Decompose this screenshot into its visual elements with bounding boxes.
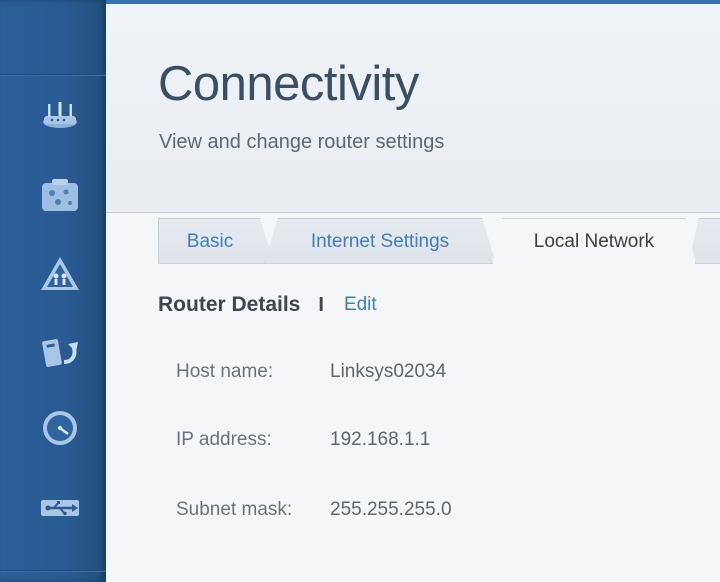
detail-label: Host name:	[176, 361, 274, 382]
page-header: Connectivity View and change router sett…	[106, 4, 720, 212]
tab-local-network[interactable]: Local Network	[492, 218, 696, 264]
detail-value: Linksys02034	[330, 361, 447, 382]
detail-label: IP address:	[176, 429, 272, 450]
tab-basic[interactable]: Basic	[158, 218, 274, 264]
sidebar-divider	[0, 74, 106, 76]
tab-bar: Basic Internet Settings Local Network	[158, 218, 720, 264]
router-icon[interactable]	[36, 96, 84, 140]
section-divider: I	[318, 293, 324, 316]
page-title: Connectivity	[158, 57, 419, 111]
sidebar	[0, 0, 106, 582]
section-title: Router Details	[158, 293, 301, 316]
speedometer-icon[interactable]	[36, 406, 84, 450]
page-subtitle: View and change router settings	[159, 131, 445, 153]
detail-value: 255.255.255.0	[330, 499, 452, 520]
detail-row-ip-address: IP address: 192.168.1.1	[176, 429, 430, 451]
restore-icon[interactable]	[36, 330, 84, 374]
edit-link[interactable]: Edit	[344, 294, 377, 316]
sidebar-divider	[0, 570, 106, 572]
main-content: Basic Internet Settings Local Network Ro…	[106, 212, 720, 582]
detail-label: Subnet mask:	[176, 499, 293, 520]
router-details-header: Router Details I Edit	[158, 293, 377, 317]
warning-icon[interactable]	[36, 252, 84, 296]
tab-internet-settings[interactable]: Internet Settings	[264, 218, 496, 264]
usb-icon[interactable]	[36, 486, 84, 530]
detail-row-host-name: Host name: Linksys02034	[176, 361, 446, 383]
detail-value: 192.168.1.1	[330, 429, 431, 450]
devices-icon[interactable]	[36, 173, 84, 217]
detail-row-subnet-mask: Subnet mask: 255.255.255.0	[176, 499, 452, 521]
